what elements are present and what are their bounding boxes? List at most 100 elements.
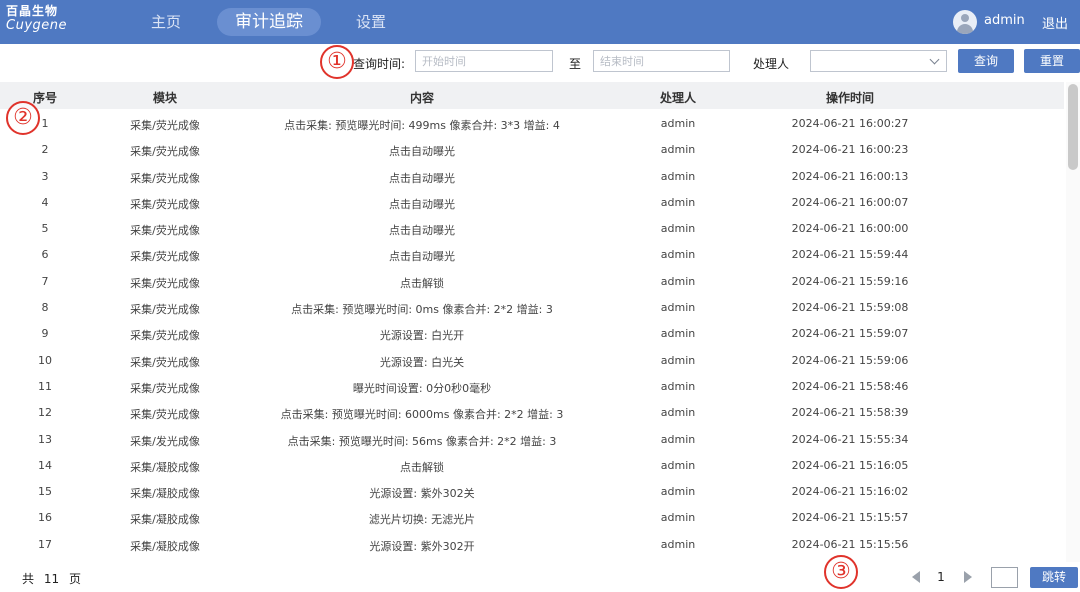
cell-index: 11 <box>38 379 52 393</box>
cell-module: 采集/荧光成像 <box>130 381 200 395</box>
table-body: 1 采集/荧光成像 点击采集: 预览曝光时间: 499ms 像素合并: 3*3 增益… <box>0 110 1064 557</box>
table-row[interactable]: 6 采集/荧光成像 点击自动曝光 admin 2024-06-21 15:59:44 <box>0 241 1064 267</box>
column-header-handler: 处理人 <box>659 91 696 105</box>
cell-content: 点击自动曝光 <box>389 197 455 211</box>
cell-index: 8 <box>41 301 49 315</box>
column-header-content: 内容 <box>409 91 434 105</box>
cell-handler: admin <box>660 143 696 157</box>
cell-module: 采集/荧光成像 <box>130 329 200 343</box>
table-row[interactable]: 11 采集/荧光成像 曝光时间设置: 0分0秒0毫秒 admin 2024-06-21 … <box>0 373 1064 399</box>
cell-index: 4 <box>41 195 49 209</box>
cell-module: 采集/荧光成像 <box>130 119 200 132</box>
column-header-time: 操作时间 <box>825 91 874 105</box>
cell-handler: admin <box>660 327 696 341</box>
scrollbar-thumb[interactable] <box>1068 84 1078 170</box>
cell-content: 点击自动曝光 <box>389 224 455 238</box>
logo-latin-text: Cuygene <box>6 18 67 33</box>
query-button[interactable]: 查询 <box>958 49 1014 73</box>
cell-module: 采集/荧光成像 <box>130 197 200 211</box>
cell-time: 2024-06-21 15:16:05 <box>791 458 909 472</box>
cell-content: 点击自动曝光 <box>389 250 455 264</box>
cell-handler: admin <box>660 511 696 525</box>
table-row[interactable]: 16 采集/凝胶成像 滤光片切换: 无滤光片 admin 2024-06-21 15:1… <box>0 504 1064 530</box>
table-row[interactable]: 4 采集/荧光成像 点击自动曝光 admin 2024-06-21 16:00:07 <box>0 189 1064 215</box>
cell-module: 采集/荧光成像 <box>130 408 200 422</box>
nav-item-home[interactable]: 主页 <box>140 8 192 36</box>
table-row[interactable]: 5 采集/荧光成像 点击自动曝光 admin 2024-06-21 16:00:00 <box>0 215 1064 241</box>
to-label: 至 <box>569 57 582 71</box>
cell-handler: admin <box>660 117 696 130</box>
start-time-input[interactable] <box>415 50 553 72</box>
cell-module: 采集/凝胶成像 <box>130 513 200 527</box>
table-row[interactable]: 9 采集/荧光成像 光源设置: 白光开 admin 2024-06-21 15:59:0… <box>0 320 1064 346</box>
next-page-icon[interactable] <box>964 571 972 583</box>
cell-module: 采集/荧光成像 <box>130 224 200 238</box>
cell-index: 12 <box>38 406 52 420</box>
user-avatar-icon[interactable] <box>953 10 977 34</box>
cell-index: 6 <box>41 248 49 262</box>
cell-index: 2 <box>41 143 49 157</box>
total-pages-count: 11 <box>43 572 60 586</box>
column-header-module: 模块 <box>152 91 177 105</box>
vertical-scrollbar[interactable] <box>1066 82 1080 562</box>
cell-content: 点击解锁 <box>400 460 444 474</box>
top-navigation-bar: 百晶生物 Cuygene 主页 审计追踪 设置 admin 退出 <box>0 0 1080 44</box>
total-suffix: 页 <box>68 572 81 586</box>
nav-item-audit-trail[interactable]: 审计追踪 <box>217 8 321 36</box>
logo-chinese-text: 百晶生物 <box>6 4 59 18</box>
cell-time: 2024-06-21 15:15:56 <box>791 537 909 551</box>
cell-time: 2024-06-21 15:59:07 <box>791 327 909 341</box>
cell-index: 5 <box>41 222 49 236</box>
company-logo: 百晶生物 Cuygene <box>6 4 67 39</box>
cell-content: 点击解锁 <box>400 276 444 290</box>
page-jump-input[interactable] <box>991 567 1018 588</box>
handler-label: 处理人 <box>753 57 790 71</box>
cell-handler: admin <box>660 274 696 288</box>
cell-index: 17 <box>38 537 52 551</box>
cell-handler: admin <box>660 458 696 472</box>
reset-button[interactable]: 重置 <box>1024 49 1080 73</box>
cell-time: 2024-06-21 16:00:13 <box>791 169 909 183</box>
cell-handler: admin <box>660 248 696 262</box>
table-row[interactable]: 13 采集/发光成像 点击采集: 预览曝光时间: 56ms 像素合并: 2*2 增益… <box>0 426 1064 452</box>
cell-content: 光源设置: 白光关 <box>379 355 465 369</box>
logout-button[interactable]: 退出 <box>1042 13 1068 32</box>
cell-content: 点击自动曝光 <box>389 171 455 185</box>
cell-handler: admin <box>660 301 696 315</box>
table-row[interactable]: 1 采集/荧光成像 点击采集: 预览曝光时间: 499ms 像素合并: 3*3 增益… <box>0 110 1064 136</box>
cell-module: 采集/荧光成像 <box>130 303 200 317</box>
cell-time: 2024-06-21 15:59:16 <box>791 274 909 288</box>
nav-item-settings[interactable]: 设置 <box>345 8 397 36</box>
table-row[interactable]: 7 采集/荧光成像 点击解锁 admin 2024-06-21 15:59:16 <box>0 268 1064 294</box>
previous-page-icon[interactable] <box>912 571 920 583</box>
cell-module: 采集/荧光成像 <box>130 145 200 159</box>
handler-select[interactable] <box>810 50 947 72</box>
end-time-input[interactable] <box>593 50 730 72</box>
table-row[interactable]: 17 采集/凝胶成像 光源设置: 紫外302开 admin 2024-06-21 15:… <box>0 531 1064 557</box>
cell-module: 采集/发光成像 <box>130 434 200 448</box>
total-pages-text: 共 11 页 <box>22 570 81 587</box>
cell-time: 2024-06-21 15:15:57 <box>791 511 909 525</box>
table-row[interactable]: 2 采集/荧光成像 点击自动曝光 admin 2024-06-21 16:00:23 <box>0 136 1064 162</box>
table-row[interactable]: 12 采集/荧光成像 点击采集: 预览曝光时间: 6000ms 像素合并: 2*2 … <box>0 399 1064 425</box>
cell-module: 采集/荧光成像 <box>130 171 200 185</box>
cell-module: 采集/荧光成像 <box>130 250 200 264</box>
cell-content: 光源设置: 白光开 <box>379 329 465 343</box>
cell-index: 7 <box>41 274 49 288</box>
cell-time: 2024-06-21 15:58:46 <box>791 379 909 393</box>
user-name[interactable]: admin <box>984 13 1025 28</box>
table-row[interactable]: 8 采集/荧光成像 点击采集: 预览曝光时间: 0ms 像素合并: 2*2 增益: … <box>0 294 1064 320</box>
cell-content: 点击自动曝光 <box>389 145 455 159</box>
cell-module: 采集/凝胶成像 <box>130 539 200 553</box>
cell-time: 2024-06-21 16:00:00 <box>791 222 909 236</box>
table-row[interactable]: 10 采集/荧光成像 光源设置: 白光关 admin 2024-06-21 15:59:… <box>0 347 1064 373</box>
jump-button[interactable]: 跳转 <box>1030 567 1078 588</box>
table-row[interactable]: 14 采集/凝胶成像 点击解锁 admin 2024-06-21 15:16:05 <box>0 452 1064 478</box>
cell-content: 点击采集: 预览曝光时间: 56ms 像素合并: 2*2 增益: 3 <box>287 434 557 448</box>
cell-content: 滤光片切换: 无滤光片 <box>368 513 476 527</box>
table-row[interactable]: 15 采集/凝胶成像 光源设置: 紫外302关 admin 2024-06-21 15:… <box>0 478 1064 504</box>
table-row[interactable]: 3 采集/荧光成像 点击自动曝光 admin 2024-06-21 16:00:13 <box>0 163 1064 189</box>
cell-time: 2024-06-21 16:00:23 <box>791 143 909 157</box>
current-page-number[interactable]: 1 <box>934 570 948 584</box>
cell-handler: admin <box>660 169 696 183</box>
